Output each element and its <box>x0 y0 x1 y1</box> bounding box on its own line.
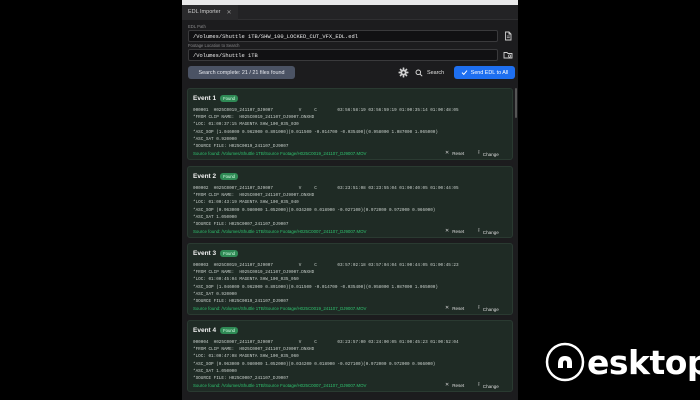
edl-line: 000003 H025C0019_241107_DJ9007 V C 03:57… <box>193 263 459 268</box>
desktop-logo-icon <box>545 342 585 382</box>
watermark-text: esktop <box>587 342 700 382</box>
event-card: Event 3 Found 000003 H025C0019_241107_DJ… <box>187 243 513 315</box>
edl-line: *SOURCE FILE: H025C0019_241107_DJ9007 <box>193 144 289 150</box>
gear-icon[interactable] <box>398 67 409 78</box>
edl-line: *LOC: 01:00:47:08 MAGENTA SHW_100_035_06… <box>193 354 299 360</box>
edl-path-label: EDL Path <box>188 24 206 29</box>
event-title-text: Event 4 <box>193 327 217 334</box>
upload-icon: ⭱ <box>478 305 480 311</box>
change-button[interactable]: ⭱ Change <box>478 150 499 158</box>
edl-line: *ASC_SAT 1.050000 <box>193 368 237 374</box>
found-badge: Found <box>220 95 238 102</box>
edl-line: *ASC_SAT 0.920000 <box>193 136 237 142</box>
upload-icon: ⭱ <box>478 382 480 388</box>
upload-icon: ⭱ <box>478 150 480 156</box>
change-button[interactable]: ⭱ Change <box>478 305 499 313</box>
reset-button[interactable]: ✕ Reset <box>445 228 464 234</box>
reset-button[interactable]: ✕ Reset <box>445 382 464 388</box>
source-found-text: Source found: /Volumes/Shuttle 1TB/Sourc… <box>193 151 367 156</box>
event-list: Event 1 Found 000001 H025C0019_241107_DJ… <box>187 88 517 400</box>
edl-event-text: 000003 H025C0019_241107_DJ9007 V C 03:57… <box>193 262 459 305</box>
search-icon <box>415 69 423 77</box>
event-title: Event 1 Found <box>193 95 238 102</box>
edl-line: *ASC_SOP (0.963000 0.980000 1.052000)(0.… <box>193 361 436 367</box>
tab-bar: EDL Importer ✕ <box>182 4 518 20</box>
edl-line: *ASC_SAT 0.920000 <box>193 291 237 297</box>
edl-line: *FROM CLIP NAME: H025C0007_241107_DJ9007… <box>193 193 315 199</box>
close-icon: ✕ <box>445 305 450 311</box>
change-label: Change <box>482 229 499 235</box>
reset-label: Reset <box>452 305 465 311</box>
watermark: esktop <box>545 342 700 382</box>
edl-line: 000004 H025C0007_241107_DJ9007 V C 03:23… <box>193 340 459 345</box>
change-button[interactable]: ⭱ Change <box>478 382 499 390</box>
change-label: Change <box>482 151 499 157</box>
change-button[interactable]: ⭱ Change <box>478 228 499 236</box>
reset-label: Reset <box>452 382 465 388</box>
event-title-text: Event 2 <box>193 173 217 180</box>
edl-importer-window: EDL Importer ✕ EDL Path /Volumes/Shuttle… <box>182 0 518 400</box>
found-badge: Found <box>220 250 238 257</box>
tab-edl-importer[interactable]: EDL Importer ✕ <box>182 4 238 20</box>
edl-line: *ASC_SOP (0.963000 0.980000 1.052000)(0.… <box>193 207 436 213</box>
edl-line: *ASC_SAT 1.050000 <box>193 214 237 220</box>
close-icon[interactable]: ✕ <box>227 9 232 16</box>
search-button[interactable]: Search <box>415 66 444 79</box>
found-badge: Found <box>220 173 238 180</box>
edl-line: *LOC: 01:00:45:04 MAGENTA SHW_100_035_05… <box>193 277 299 283</box>
event-title-text: Event 3 <box>193 250 217 257</box>
edl-line: 000002 H025C0007_241107_DJ9007 V C 03:23… <box>193 186 459 191</box>
reset-button[interactable]: ✕ Reset <box>445 150 464 156</box>
search-status: Search complete: 21 / 21 files found <box>188 66 295 79</box>
edl-line: *FROM CLIP NAME: H025C0007_241107_DJ9007… <box>193 347 315 353</box>
event-card: Event 2 Found 000002 H025C0007_241107_DJ… <box>187 166 513 238</box>
event-card: Event 4 Found 000004 H025C0007_241107_DJ… <box>187 320 513 392</box>
event-title-text: Event 1 <box>193 95 217 102</box>
edl-line: *FROM CLIP NAME: H025C0019_241107_DJ9007… <box>193 270 315 276</box>
change-label: Change <box>482 306 499 312</box>
edl-line: *ASC_SOP (1.046000 0.962000 0.891000)(0.… <box>193 284 438 290</box>
search-button-label: Search <box>427 69 445 76</box>
close-icon: ✕ <box>445 382 450 388</box>
footage-location-field[interactable]: /Volumes/Shuttle 1TB <box>188 49 498 61</box>
edl-line: *SOURCE FILE: H025C0007_241107_DJ9007 <box>193 222 289 228</box>
source-found-text: Source found: /Volumes/Shuttle 1TB/Sourc… <box>193 306 367 311</box>
edl-line: *SOURCE FILE: H025C0007_241107_DJ9007 <box>193 376 289 382</box>
edl-line: *FROM CLIP NAME: H025C0019_241107_DJ9007… <box>193 115 315 121</box>
event-card: Event 1 Found 000001 H025C0019_241107_DJ… <box>187 88 513 160</box>
scrollbar[interactable] <box>515 88 517 118</box>
edl-line: *LOC: 01:00:43:19 MAGENTA SHW_100_035_04… <box>193 200 299 206</box>
edl-event-text: 000004 H025C0007_241107_DJ9007 V C 03:23… <box>193 339 459 382</box>
upload-icon: ⭱ <box>478 228 480 234</box>
edl-path-field[interactable]: /Volumes/Shuttle 1TB/SHW_100_LOCKED_CUT_… <box>188 30 498 42</box>
source-found-text: Source found: /Volumes/Shuttle 1TB/Sourc… <box>193 383 367 388</box>
edl-line: 000001 H025C0019_241107_DJ9007 V C 03:56… <box>193 108 459 113</box>
reset-label: Reset <box>452 228 465 234</box>
folder-search-icon[interactable] <box>503 50 513 60</box>
source-found-text: Source found: /Volumes/Shuttle 1TB/Sourc… <box>193 229 367 234</box>
tab-label: EDL Importer <box>188 9 221 15</box>
footage-location-label: Footage Location to Search <box>188 43 240 48</box>
close-icon: ✕ <box>445 150 450 156</box>
found-badge: Found <box>220 327 238 334</box>
event-title: Event 3 Found <box>193 250 238 257</box>
edl-event-text: 000002 H025C0007_241107_DJ9007 V C 03:23… <box>193 185 459 228</box>
close-icon: ✕ <box>445 228 450 234</box>
send-edl-label: Send EDL to All <box>470 69 509 76</box>
event-title: Event 2 Found <box>193 173 238 180</box>
check-icon <box>461 70 468 76</box>
edl-event-text: 000001 H025C0019_241107_DJ9007 V C 03:56… <box>193 107 459 150</box>
file-icon[interactable] <box>503 31 513 41</box>
event-title: Event 4 Found <box>193 327 238 334</box>
edl-line: *ASC_SOP (1.046000 0.962000 0.891000)(0.… <box>193 129 438 135</box>
change-label: Change <box>482 383 499 389</box>
reset-button[interactable]: ✕ Reset <box>445 305 464 311</box>
edl-line: *LOC: 01:00:37:15 MAGENTA SHW_100_035_03… <box>193 122 299 128</box>
edl-line: *SOURCE FILE: H025C0019_241107_DJ9007 <box>193 299 289 305</box>
send-edl-button[interactable]: Send EDL to All <box>454 66 515 79</box>
reset-label: Reset <box>452 150 465 156</box>
